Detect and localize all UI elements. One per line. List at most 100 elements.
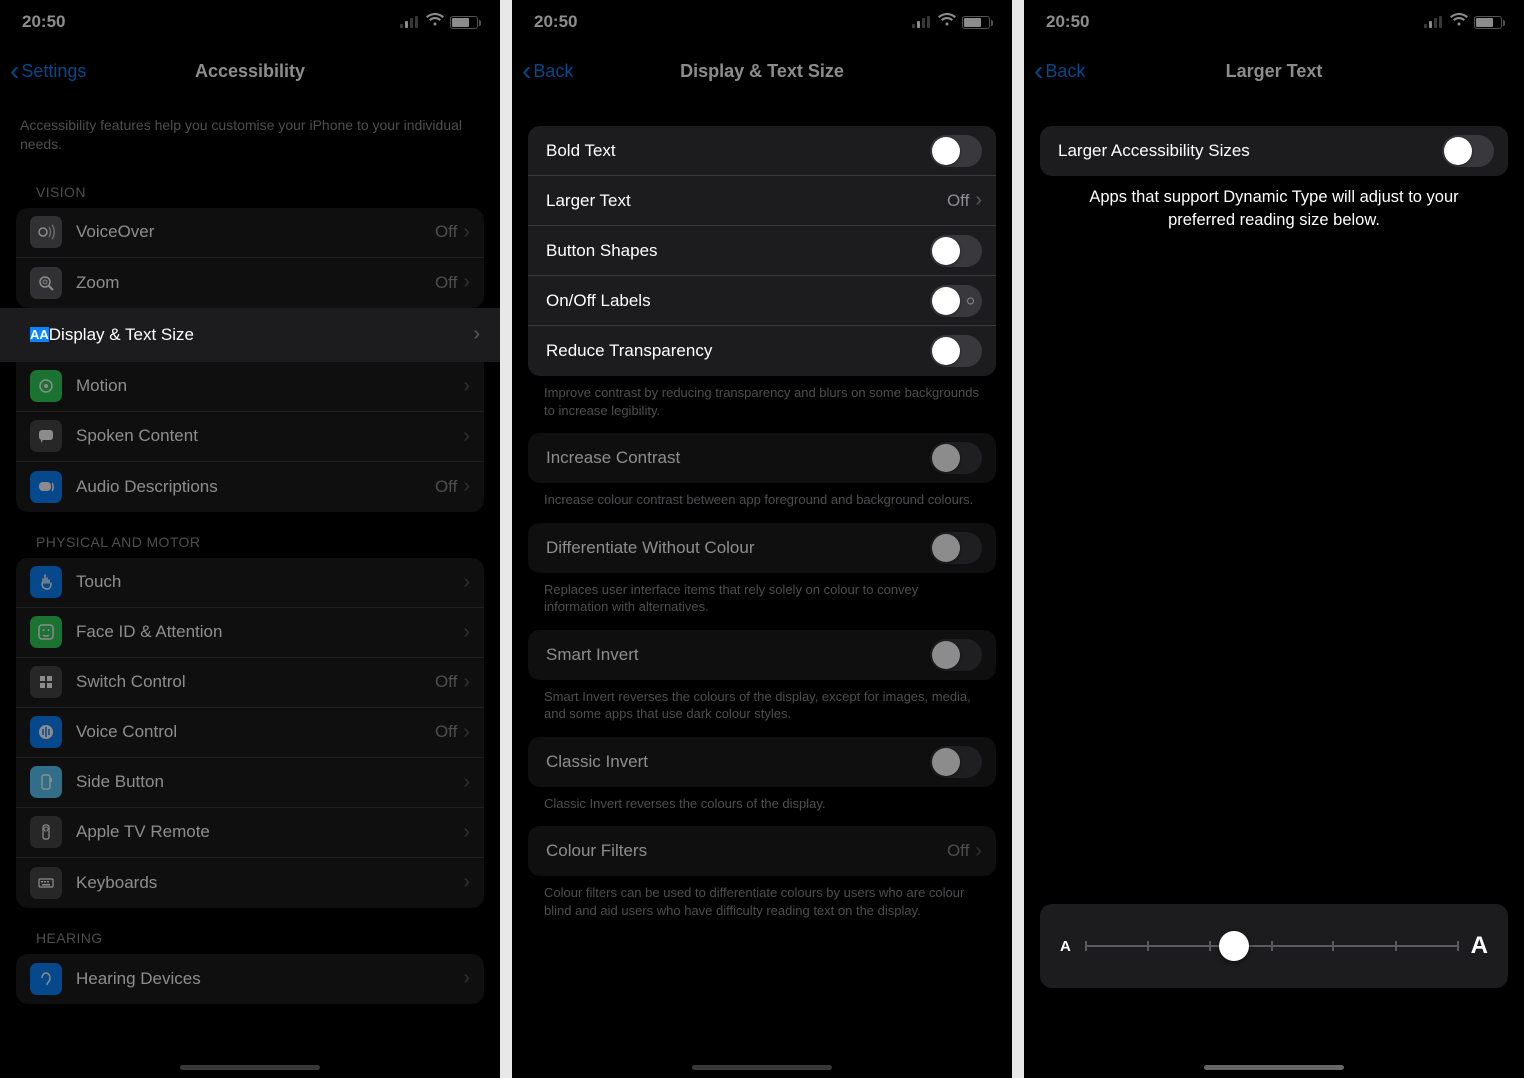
chevron-right-icon: › [975,840,982,863]
chevron-right-icon: › [473,323,480,346]
back-button[interactable]: ‹ Back [1034,57,1085,85]
toggle-bold-text[interactable] [930,135,982,167]
cellular-icon [1424,16,1444,28]
intro-text: Accessibility features help you customis… [0,98,500,162]
motion-icon [30,370,62,402]
row-appletv-remote[interactable]: Apple TV Remote › [16,808,484,858]
home-indicator[interactable] [180,1065,320,1070]
chevron-right-icon: › [463,721,470,744]
row-motion[interactable]: Motion › [16,362,484,412]
toggle-classic-invert[interactable] [930,746,982,778]
row-increase-contrast[interactable]: Increase Contrast [528,433,996,483]
row-onoff-labels[interactable]: On/Off Labels [528,276,996,326]
row-value: Off [947,841,969,861]
back-button[interactable]: ‹ Settings [10,57,86,85]
toggle-smart-invert[interactable] [930,639,982,671]
slider-label-small: A [1060,938,1071,955]
zoom-icon [30,267,62,299]
wifi-icon [938,12,956,32]
toggle-increase-contrast[interactable] [930,442,982,474]
row-display-text-size[interactable]: AA Display & Text Size › [0,308,500,362]
row-label: Smart Invert [546,645,930,665]
chevron-left-icon: ‹ [1034,57,1043,85]
home-indicator[interactable] [692,1065,832,1070]
section-header-vision: VISION [0,162,500,208]
text-size-slider[interactable]: A A [1040,904,1508,988]
voice-control-icon [30,716,62,748]
spoken-content-icon [30,420,62,452]
chevron-right-icon: › [463,475,470,498]
chevron-right-icon: › [463,967,470,990]
row-colour-filters[interactable]: Colour Filters Off › [528,826,996,876]
row-label: Larger Text [546,191,947,211]
row-label: Keyboards [76,873,463,893]
row-bold-text[interactable]: Bold Text [528,126,996,176]
status-time: 20:50 [1046,12,1089,32]
footer-contrast: Increase colour contrast between app for… [512,483,1012,523]
row-differentiate[interactable]: Differentiate Without Colour [528,523,996,573]
toggle-larger-accessibility-sizes[interactable] [1442,135,1494,167]
row-faceid[interactable]: Face ID & Attention › [16,608,484,658]
row-larger-text[interactable]: Larger Text Off › [528,176,996,226]
battery-icon [962,16,990,29]
status-bar: 20:50 [1024,0,1524,44]
audio-descriptions-icon [30,471,62,503]
row-voiceover[interactable]: VoiceOver Off › [16,208,484,258]
row-label: Increase Contrast [546,448,930,468]
row-touch[interactable]: Touch › [16,558,484,608]
nav-bar: ‹ Settings Accessibility [0,44,500,98]
row-larger-accessibility-sizes[interactable]: Larger Accessibility Sizes [1040,126,1508,176]
row-button-shapes[interactable]: Button Shapes [528,226,996,276]
toggle-reduce-transparency[interactable] [930,335,982,367]
row-audio-descriptions[interactable]: Audio Descriptions Off › [16,462,484,512]
nav-bar: ‹ Back Display & Text Size [512,44,1012,98]
toggle-onoff-labels[interactable] [930,285,982,317]
phone-display-text-size: 20:50 ‹ Back Display & Text Size Bold Te… [512,0,1012,1078]
row-smart-invert[interactable]: Smart Invert [528,630,996,680]
text-size-icon: AA [30,327,49,342]
row-label: Motion [76,376,463,396]
section-header-physical: PHYSICAL AND MOTOR [0,512,500,558]
row-label: Classic Invert [546,752,930,772]
row-label: VoiceOver [76,222,435,242]
row-label: Differentiate Without Colour [546,538,930,558]
home-indicator[interactable] [1204,1065,1344,1070]
chevron-right-icon: › [463,871,470,894]
row-spoken-content[interactable]: Spoken Content › [16,412,484,462]
nav-bar: ‹ Back Larger Text [1024,44,1524,98]
row-value: Off [435,273,457,293]
back-label: Back [1045,61,1085,82]
row-voice-control[interactable]: Voice Control Off › [16,708,484,758]
back-button[interactable]: ‹ Back [522,57,573,85]
appletv-remote-icon [30,816,62,848]
row-classic-invert[interactable]: Classic Invert [528,737,996,787]
row-switch-control[interactable]: Switch Control Off › [16,658,484,708]
toggle-differentiate[interactable] [930,532,982,564]
hearing-devices-icon [30,963,62,995]
row-label: Zoom [76,273,435,293]
wifi-icon [1450,12,1468,32]
footer-transparency: Improve contrast by reducing transparenc… [512,376,1012,433]
row-reduce-transparency[interactable]: Reduce Transparency [528,326,996,376]
footer-differentiate: Replaces user interface items that rely … [512,573,1012,630]
phone-larger-text: 20:50 ‹ Back Larger Text Larger Accessib… [1024,0,1524,1078]
back-label: Back [533,61,573,82]
row-label: Face ID & Attention [76,622,463,642]
cellular-icon [912,16,932,28]
chevron-right-icon: › [463,671,470,694]
row-zoom[interactable]: Zoom Off › [16,258,484,308]
row-label: Voice Control [76,722,435,742]
row-keyboards[interactable]: Keyboards › [16,858,484,908]
chevron-right-icon: › [463,375,470,398]
row-side-button[interactable]: Side Button › [16,758,484,808]
row-value: Off [435,672,457,692]
row-label: On/Off Labels [546,291,930,311]
page-title: Display & Text Size [680,61,844,82]
slider-knob[interactable] [1219,931,1249,961]
status-time: 20:50 [22,12,65,32]
toggle-button-shapes[interactable] [930,235,982,267]
row-hearing-devices[interactable]: Hearing Devices › [16,954,484,1004]
slider-track[interactable] [1085,945,1457,947]
switch-control-icon [30,666,62,698]
voiceover-icon [30,216,62,248]
